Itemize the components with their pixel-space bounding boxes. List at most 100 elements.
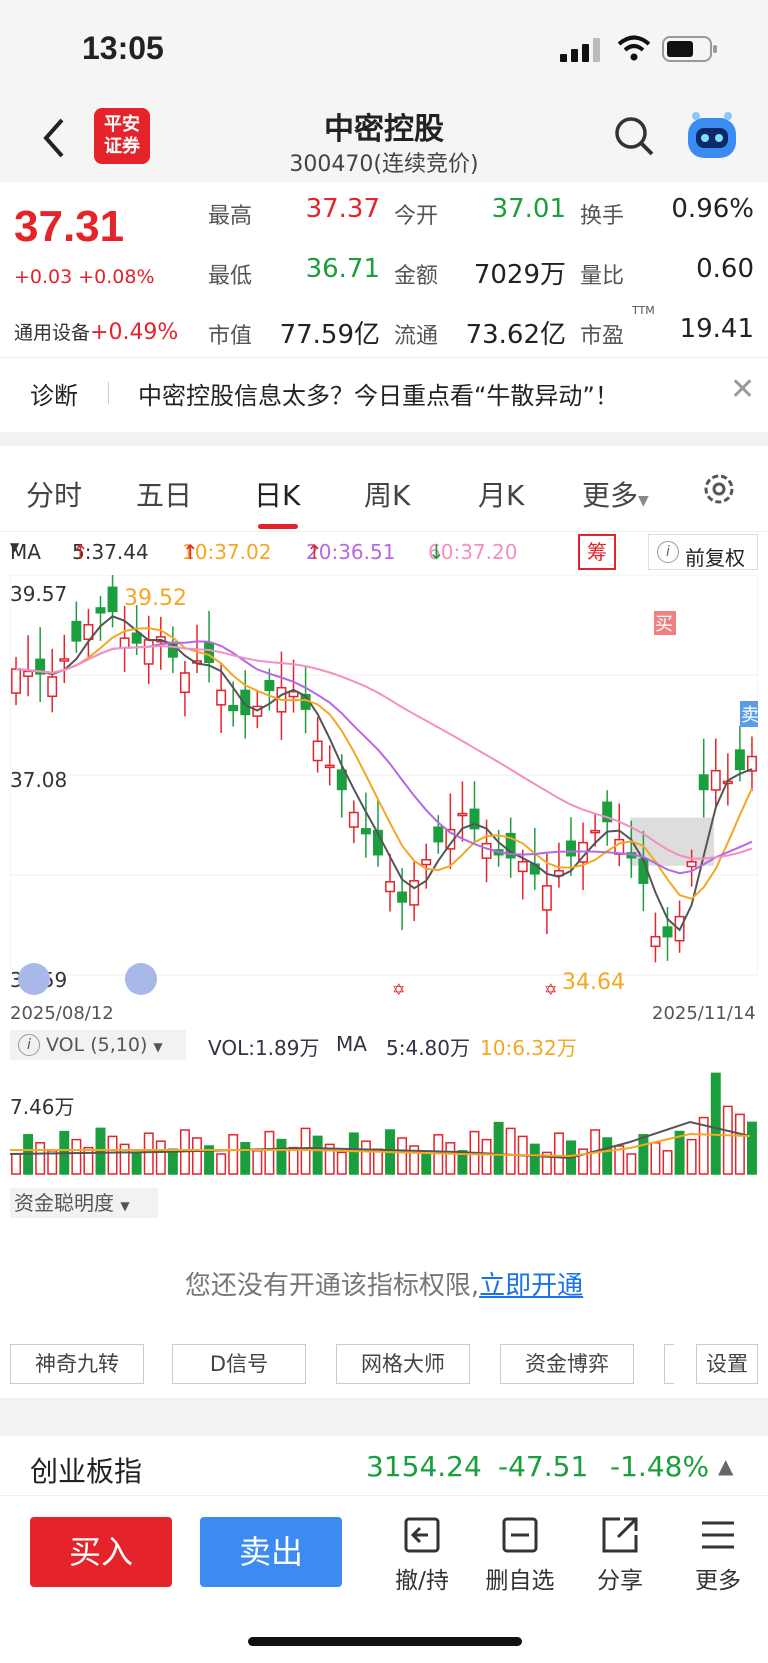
quote-value: 19.41 (679, 314, 754, 344)
candle-body (204, 642, 215, 664)
remove-watchlist-icon (502, 1517, 538, 1553)
candle-body (433, 826, 444, 843)
divider (108, 382, 109, 404)
x-start-label: 2025/08/12 (10, 1003, 114, 1024)
volume-bar (336, 1151, 347, 1175)
gear-icon[interactable] (700, 470, 738, 508)
tab-more[interactable]: 更多▼ (582, 474, 649, 514)
volume-bar (626, 1153, 637, 1175)
sell-signal-text: 卖 (741, 705, 758, 726)
share-button[interactable]: 分享 (580, 1515, 660, 1595)
volume-bar (83, 1146, 94, 1175)
ma-legend: MA ▼ 5:37.44 ↑ 10:37.02 ↑ 20:36.51 ↑ 60:37.… (0, 528, 768, 570)
close-icon[interactable]: ✕ (730, 372, 755, 407)
sector-info[interactable]: 通用设备+0.49% (14, 318, 178, 345)
y-tick-label: 37.08 (10, 768, 67, 792)
tab-intraday[interactable]: 分时 (26, 474, 82, 514)
quote-value: 36.71 (305, 254, 380, 284)
quote-label: 流通 (394, 324, 439, 349)
sector-label: 通用设备 (14, 322, 91, 344)
chip-distribution-button[interactable]: 筹 (578, 534, 616, 570)
robot-assistant-icon[interactable] (684, 110, 740, 162)
volume-bar (71, 1138, 82, 1175)
event-marker-icon: ✡ (392, 980, 405, 995)
volume-ma5: 5:4.80万 (386, 1036, 470, 1060)
more-button[interactable]: 更多 (678, 1515, 758, 1595)
candle-body (71, 620, 82, 642)
tab-weekly-k[interactable]: 周K (364, 474, 410, 514)
expand-up-icon[interactable]: ▲ (718, 1454, 733, 1478)
y-tick-label: 39.57 (10, 582, 67, 606)
quote-panel: 37.31 +0.03 +0.08% 通用设备+0.49% 最高 37.37 今… (0, 182, 768, 358)
volume-chart[interactable]: 7.46万 (10, 1062, 758, 1178)
candle-body (614, 838, 625, 855)
candle-body (698, 774, 709, 791)
candle-body (686, 860, 697, 868)
quote-label: 最低 (208, 264, 253, 289)
candle-body (662, 926, 673, 938)
volume-bar (734, 1113, 745, 1175)
tool-button-partial[interactable] (664, 1344, 674, 1384)
tool-button[interactable]: 网格大师 (336, 1344, 470, 1384)
tool-button[interactable]: 资金博弈 (500, 1344, 634, 1384)
volume-bar (264, 1130, 275, 1175)
candle-body (131, 632, 142, 644)
settings-button[interactable]: 设置 (696, 1344, 758, 1384)
volume-bar (95, 1127, 106, 1175)
candle-body (216, 689, 227, 706)
volume-indicator-select[interactable]: i VOL (5,10) ▼ (10, 1030, 186, 1060)
chevron-down-icon: ▼ (120, 1199, 130, 1213)
volume-bar (167, 1148, 178, 1175)
battery-icon (662, 36, 717, 62)
candle-body (517, 860, 528, 873)
sell-button[interactable]: 卖出 (200, 1517, 342, 1587)
volume-ma10: 10:6.32万 (480, 1036, 577, 1060)
volume-bar (252, 1150, 263, 1175)
activate-link[interactable]: 立即开通 (479, 1271, 583, 1301)
volume-bar (312, 1135, 323, 1175)
quote-value: 0.60 (696, 254, 754, 284)
cancel-hold-icon (404, 1517, 440, 1553)
diagnosis-message[interactable]: 中密控股信息太多？今日重点看“牛散异动”！ (138, 376, 619, 411)
buy-button[interactable]: 买入 (30, 1517, 172, 1587)
fullscreen-icon[interactable] (125, 963, 157, 995)
candle-body (228, 704, 239, 712)
quote-label: 量比 (580, 264, 625, 289)
tab-monthly-k[interactable]: 月K (478, 474, 524, 514)
signal-icon (560, 38, 600, 62)
candle-body (590, 829, 601, 834)
kline-chart[interactable]: 39.57 37.08 34.59 39.52 34.64 买 卖 ✡ ✡ (10, 575, 758, 995)
volume-bar (650, 1142, 661, 1175)
volume-bar (35, 1142, 46, 1175)
candle-body (566, 840, 576, 857)
volume-bar (746, 1121, 757, 1175)
share-label: 分享 (597, 1568, 643, 1594)
adjust-price-button[interactable]: i 前复权 (648, 534, 758, 570)
chevron-down-icon: ▼ (10, 540, 20, 554)
remove-watchlist-button[interactable]: 删自选 (480, 1515, 560, 1595)
fast-forward-icon[interactable] (18, 963, 50, 995)
cancel-hold-button[interactable]: 撤/持 (382, 1515, 462, 1595)
volume-bar (722, 1105, 733, 1175)
volume-bar (662, 1150, 673, 1175)
search-icon[interactable] (612, 114, 656, 158)
period-tabs: 分时 五日 日K 周K 月K 更多▼ (0, 446, 768, 532)
diagnosis-banner[interactable]: 诊断 中密控股信息太多？今日重点看“牛散异动”！ ✕ (0, 358, 768, 446)
tool-button[interactable]: D信号 (172, 1344, 306, 1384)
volume-bar (240, 1142, 251, 1175)
up-arrow-icon: ↑ (72, 540, 89, 564)
volume-bar (288, 1146, 299, 1175)
indicator-select[interactable]: 资金聪明度 ▼ (10, 1188, 158, 1218)
tool-button[interactable]: 神奇九转 (10, 1344, 144, 1384)
volume-bar (131, 1151, 142, 1175)
tab-daily-k[interactable]: 日K (254, 474, 300, 514)
candle-body (47, 676, 58, 698)
diagnosis-tag: 诊断 (30, 382, 78, 410)
volume-bar (553, 1132, 564, 1175)
index-ticker[interactable]: 创业板指 3154.24 -47.51 -1.48% ▲ (0, 1436, 768, 1496)
stock-header: 平安 证券 中密控股 300470(连续竞价) (0, 96, 768, 182)
volume-indicator-label: VOL (5,10) (46, 1034, 148, 1056)
volume-bars (11, 1072, 757, 1175)
section-gap (0, 1398, 768, 1436)
tab-five-day[interactable]: 五日 (136, 474, 192, 514)
